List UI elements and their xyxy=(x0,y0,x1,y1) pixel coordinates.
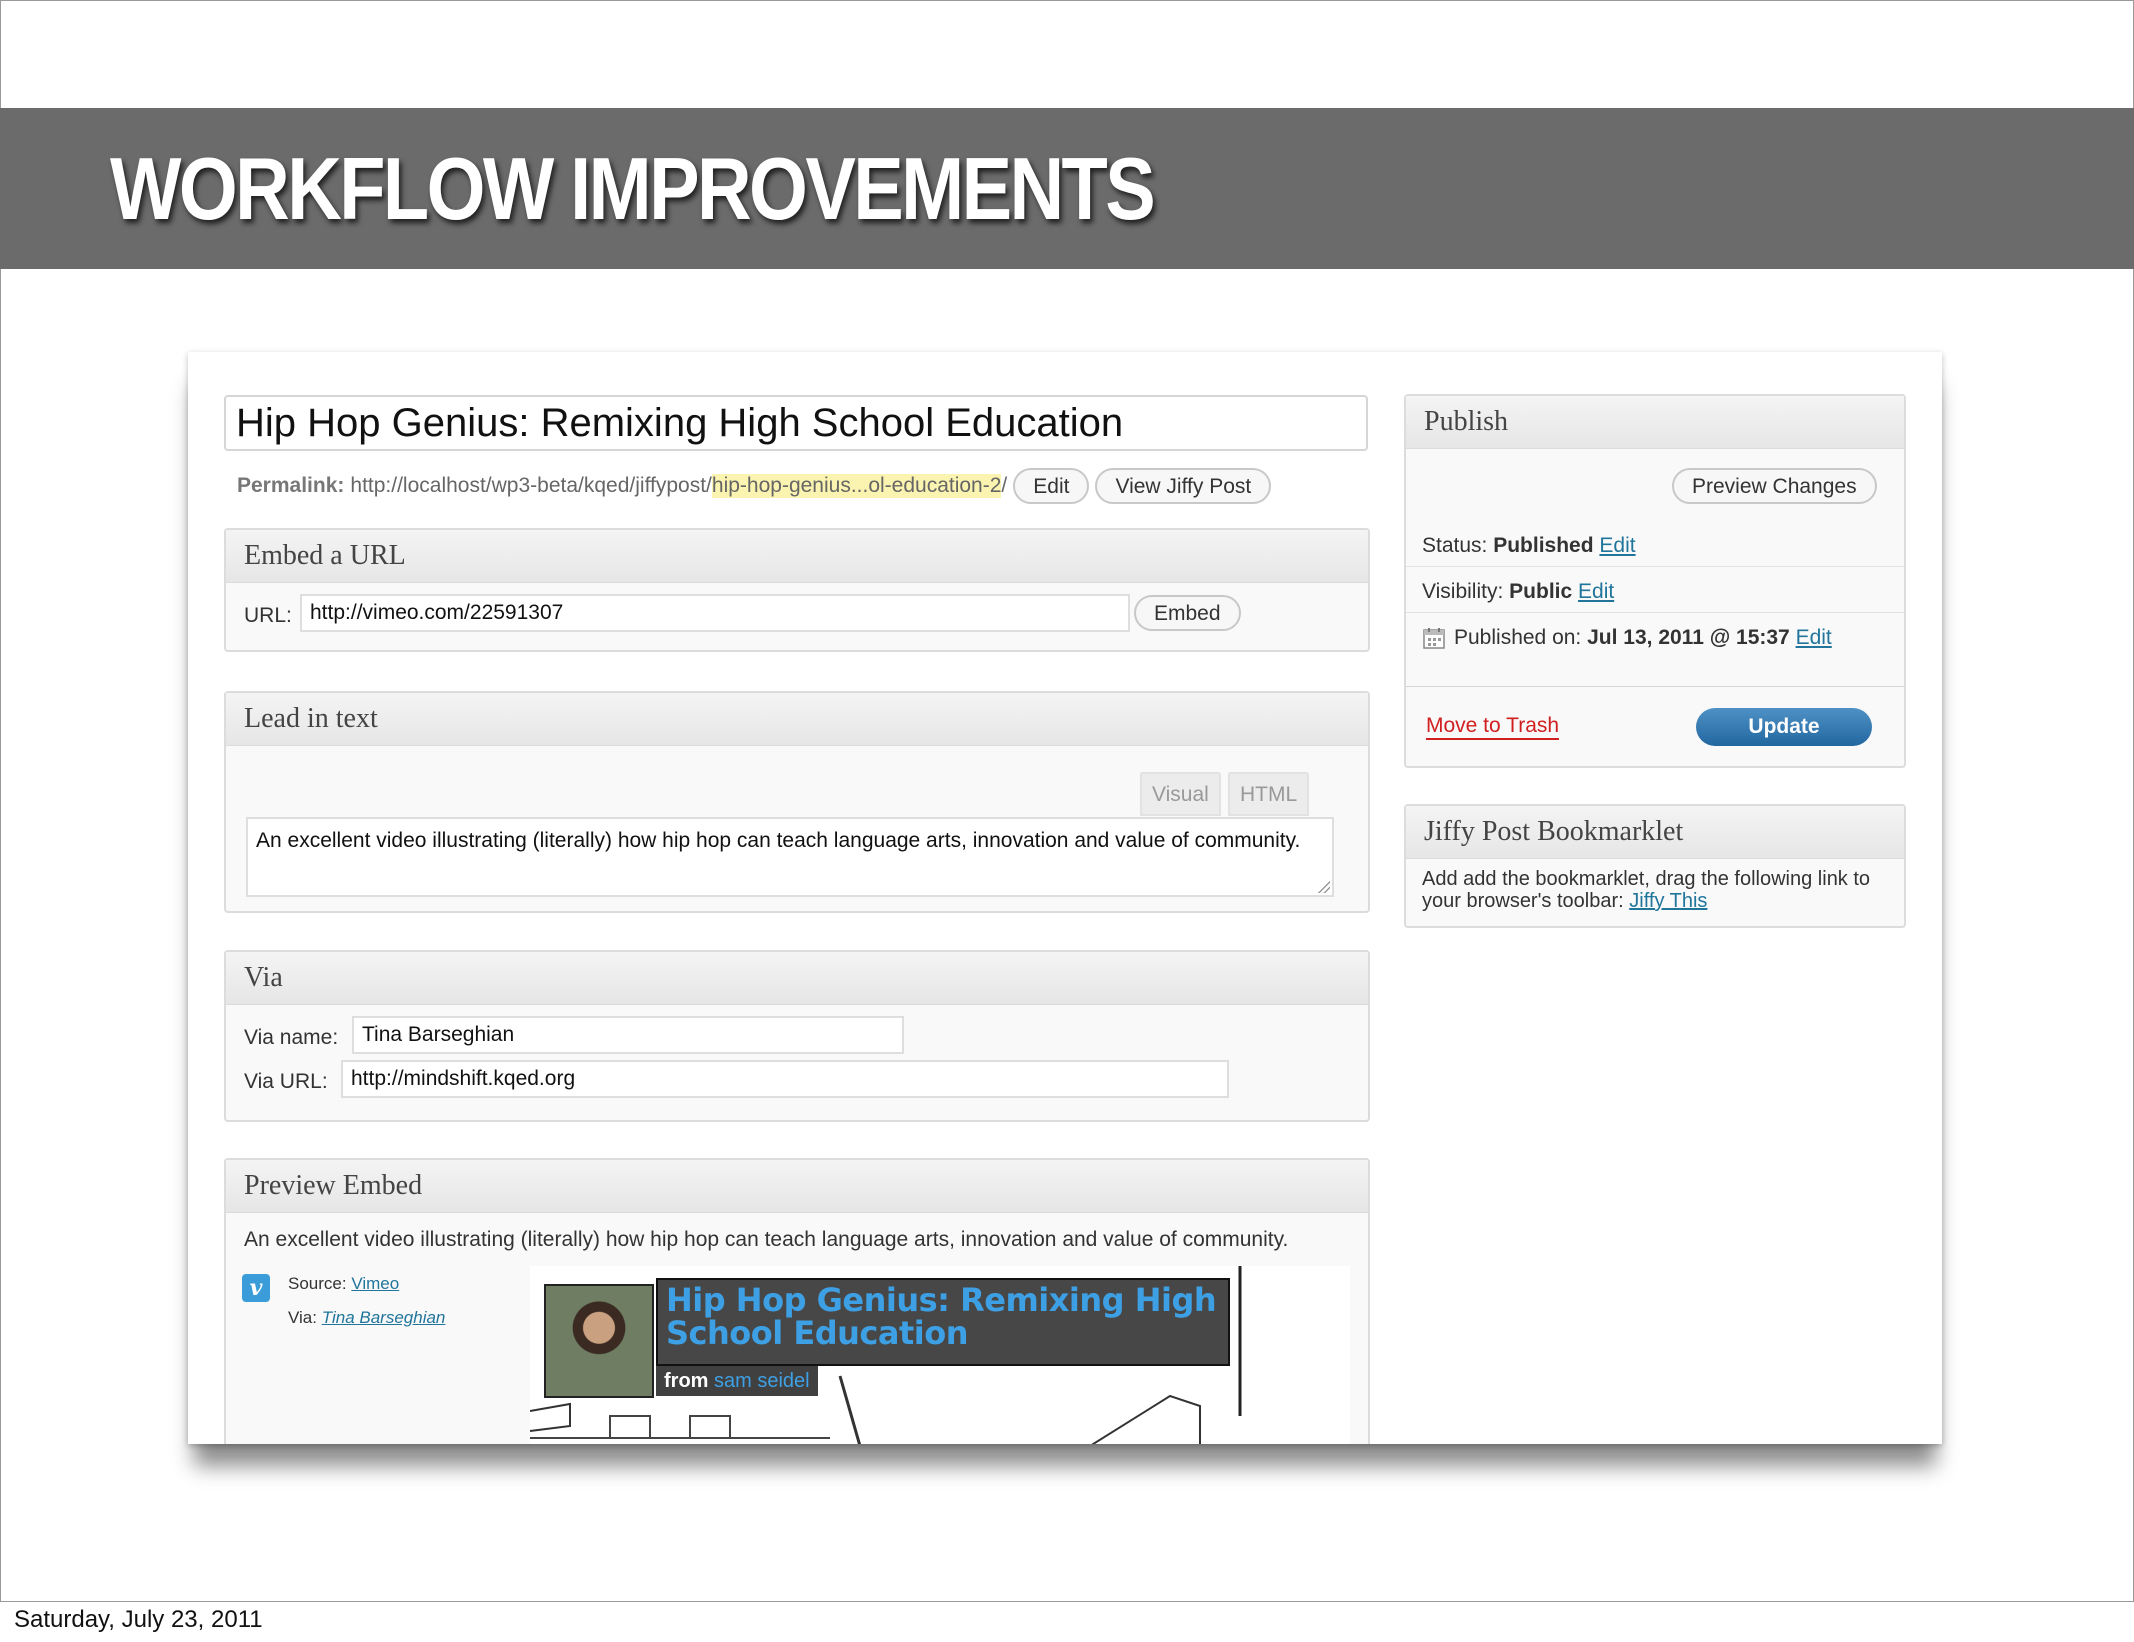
via-label: Via: xyxy=(288,1308,317,1327)
published-edit-link[interactable]: Edit xyxy=(1796,626,1832,650)
tab-visual[interactable]: Visual xyxy=(1140,772,1221,816)
move-to-trash-link[interactable]: Move to Trash xyxy=(1426,714,1560,740)
status-edit-link[interactable]: Edit xyxy=(1599,534,1635,557)
permalink-trailing: / xyxy=(1001,474,1008,497)
source-link[interactable]: Vimeo xyxy=(351,1274,399,1293)
calendar-icon xyxy=(1423,628,1445,649)
video-sketch-illustration xyxy=(530,1266,1242,1444)
via-url-label: Via URL: xyxy=(244,1070,328,1093)
via-link[interactable]: Tina Barseghian xyxy=(322,1308,446,1327)
preview-embed-heading: Preview Embed xyxy=(226,1160,1368,1213)
permalink-edit-button[interactable]: Edit xyxy=(1013,468,1090,504)
preview-via: Via: Tina Barseghian xyxy=(288,1308,445,1328)
embed-button[interactable]: Embed xyxy=(1134,595,1241,631)
status-label: Status: xyxy=(1422,534,1488,557)
tab-html[interactable]: HTML xyxy=(1228,772,1310,816)
lead-in-text: An excellent video illustrating (literal… xyxy=(256,829,1301,852)
via-name-label: Via name: xyxy=(244,1026,339,1049)
visibility-label: Visibility: xyxy=(1422,580,1504,603)
embed-url-heading: Embed a URL xyxy=(226,530,1368,583)
slide-title: WORKFLOW IMPROVEMENTS xyxy=(110,139,1156,238)
publish-box: Publish Preview Changes Status: Publishe… xyxy=(1404,394,1906,768)
resize-handle-icon[interactable] xyxy=(1318,881,1330,893)
permalink-slug[interactable]: hip-hop-genius...ol-education-2 xyxy=(711,474,1002,498)
vimeo-icon: v xyxy=(242,1274,270,1302)
embed-url-box: Embed a URL URL: http://vimeo.com/225913… xyxy=(224,528,1370,652)
url-label: URL: xyxy=(244,604,292,627)
jiffy-this-link[interactable]: Jiffy This xyxy=(1629,890,1707,912)
url-input[interactable]: http://vimeo.com/22591307 xyxy=(300,594,1130,632)
publish-heading: Publish xyxy=(1406,396,1904,449)
lead-in-textarea[interactable]: An excellent video illustrating (literal… xyxy=(246,817,1334,897)
update-button[interactable]: Update xyxy=(1696,708,1872,746)
lead-in-heading: Lead in text xyxy=(226,693,1368,746)
divider xyxy=(1406,566,1904,567)
post-title-input[interactable]: Hip Hop Genius: Remixing High School Edu… xyxy=(224,395,1368,451)
preview-changes-button[interactable]: Preview Changes xyxy=(1672,468,1877,504)
published-value: Jul 13, 2011 @ 15:37 xyxy=(1587,626,1790,649)
view-post-button[interactable]: View Jiffy Post xyxy=(1095,468,1272,504)
permalink-base: http://localhost/wp3-beta/kqed/jiffypost… xyxy=(350,474,712,497)
via-name-input[interactable]: Tina Barseghian xyxy=(352,1016,904,1054)
preview-source: Source: Vimeo xyxy=(288,1274,399,1294)
preview-embed-box: Preview Embed An excellent video illustr… xyxy=(224,1158,1370,1444)
divider xyxy=(1406,686,1904,687)
video-player[interactable]: Hip Hop Genius: Remixing High School Edu… xyxy=(530,1266,1350,1444)
editor-screenshot: Hip Hop Genius: Remixing High School Edu… xyxy=(188,352,1942,1444)
published-label: Published on: xyxy=(1454,626,1582,649)
status-row: Status: Published Edit xyxy=(1422,534,1636,558)
via-heading: Via xyxy=(226,952,1368,1005)
source-label: Source: xyxy=(288,1274,347,1293)
bookmarklet-description: Add add the bookmarklet, drag the follow… xyxy=(1422,868,1882,912)
permalink-label: Permalink: xyxy=(237,474,345,497)
visibility-value: Public xyxy=(1509,580,1573,603)
published-on-row: Published on: Jul 13, 2011 @ 15:37 Edit xyxy=(1422,626,1832,650)
footer-date: Saturday, July 23, 2011 xyxy=(14,1606,263,1633)
permalink-row: Permalink: http://localhost/wp3-beta/kqe… xyxy=(237,466,1272,506)
lead-in-box: Lead in text Visual HTML An excellent vi… xyxy=(224,691,1370,913)
via-box: Via Via name: Tina Barseghian Via URL: h… xyxy=(224,950,1370,1122)
bookmarklet-heading: Jiffy Post Bookmarklet xyxy=(1406,806,1904,859)
status-value: Published xyxy=(1493,534,1594,557)
visibility-edit-link[interactable]: Edit xyxy=(1578,580,1614,603)
visibility-row: Visibility: Public Edit xyxy=(1422,580,1614,604)
divider xyxy=(1406,612,1904,613)
bookmarklet-box: Jiffy Post Bookmarklet Add add the bookm… xyxy=(1404,804,1906,928)
via-url-input[interactable]: http://mindshift.kqed.org xyxy=(341,1060,1229,1098)
preview-embed-text: An excellent video illustrating (literal… xyxy=(244,1228,1289,1251)
